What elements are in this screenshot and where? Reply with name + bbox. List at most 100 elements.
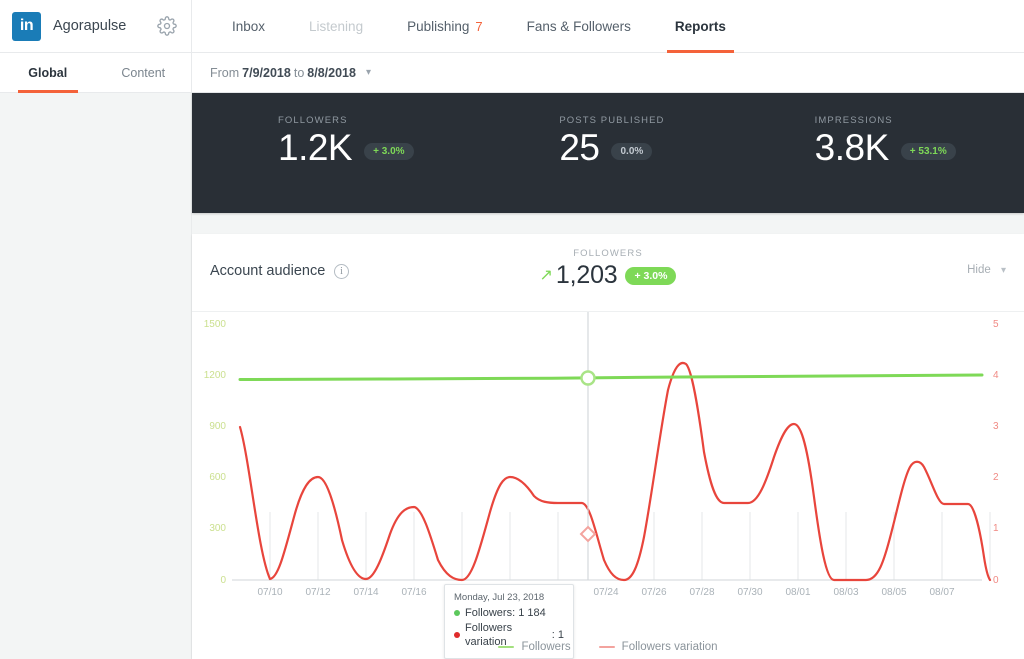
kpi-label: IMPRESSIONS (814, 115, 893, 126)
date-range-end: 8/8/2018 (307, 65, 356, 80)
svg-text:2: 2 (993, 472, 999, 483)
tooltip-value: 1 184 (518, 607, 546, 619)
series-followers (238, 373, 984, 381)
nav-item-publishing[interactable]: Publishing 7 (385, 0, 505, 53)
svg-text:1: 1 (993, 523, 999, 534)
kpi-label: FOLLOWERS (278, 115, 348, 126)
date-range-start: 7/9/2018 (242, 65, 291, 80)
nav-item-listening[interactable]: Listening (287, 0, 385, 53)
svg-text:08/03: 08/03 (833, 587, 858, 598)
svg-text:600: 600 (209, 472, 226, 483)
audience-chart-svg: 1500 1200 900 600 300 0 5 4 3 2 1 0 07/1… (204, 312, 999, 598)
linkedin-logo: in (12, 11, 41, 41)
left-rail (0, 93, 192, 659)
brand-block: in Agorapulse (0, 0, 192, 53)
chevron-down-icon: ▾ (1000, 265, 1006, 276)
kpi-value: 3.8K (814, 127, 890, 168)
legend-dot-green-icon (454, 610, 460, 617)
tab-label: Content (121, 65, 166, 80)
account-audience-header: Account audience i FOLLOWERS ↗ 1,203 + 3… (192, 234, 1024, 312)
nav-label: Publishing (407, 18, 470, 34)
tab-content[interactable]: Content (96, 53, 192, 92)
metric-value: 1,203 (555, 261, 618, 289)
kpi-followers: FOLLOWERS 1.2K + 3.0% (192, 115, 487, 213)
legend-line-red-icon (598, 646, 615, 648)
tooltip-date: Monday, Jul 23, 2018 (454, 592, 545, 603)
date-range-selector[interactable]: From 7/9/2018 to 8/8/2018 ▾ (192, 53, 371, 92)
gear-icon[interactable] (157, 16, 177, 36)
audience-metric: FOLLOWERS ↗ 1,203 + 3.0% (192, 248, 1024, 290)
hide-button[interactable]: Hide ▾ (967, 264, 1006, 276)
kpi-impressions: IMPRESSIONS 3.8K + 53.1% (769, 115, 1024, 213)
audience-chart[interactable]: 1500 1200 900 600 300 0 5 4 3 2 1 0 07/1… (192, 312, 1024, 659)
svg-text:07/24: 07/24 (593, 587, 618, 598)
cursor-marker-followers (580, 370, 596, 386)
legend-item-followers[interactable]: Followers (498, 641, 571, 653)
chevron-down-icon: ▾ (365, 67, 371, 78)
kpi-delta-badge: 0.0% (611, 142, 653, 160)
svg-text:5: 5 (993, 319, 999, 330)
svg-text:1500: 1500 (204, 319, 227, 330)
account-audience-card: Account audience i FOLLOWERS ↗ 1,203 + 3… (192, 234, 1024, 659)
date-range-prefix: From (210, 65, 240, 80)
legend-line-green-icon (498, 646, 515, 648)
tooltip-label: Followers (465, 607, 513, 619)
svg-text:07/12: 07/12 (305, 587, 330, 598)
svg-text:300: 300 (209, 523, 226, 534)
hide-label: Hide (967, 264, 991, 276)
kpi-delta-badge: + 3.0% (364, 142, 414, 160)
nav-item-inbox[interactable]: Inbox (210, 0, 287, 53)
svg-text:1200: 1200 (204, 370, 227, 381)
svg-text:07/26: 07/26 (641, 587, 666, 598)
nav-label: Inbox (232, 18, 266, 34)
kpi-posts-published: POSTS PUBLISHED 25 0.0% (487, 115, 768, 213)
brand-name: Agorapulse (53, 18, 127, 34)
svg-text:0: 0 (993, 575, 999, 586)
svg-text:07/30: 07/30 (737, 587, 762, 598)
sub-navigation-bar: Global Content From 7/9/2018 to 8/8/2018… (0, 53, 1024, 93)
kpi-label: POSTS PUBLISHED (559, 115, 665, 126)
date-range-middle: to (293, 65, 305, 80)
right-axis-ticks: 5 4 3 2 1 0 (993, 319, 999, 586)
metric-label: FOLLOWERS (573, 248, 643, 259)
legend-label: Followers variation (621, 641, 718, 653)
kpi-delta-badge: + 53.1% (900, 142, 956, 160)
svg-text:07/28: 07/28 (689, 587, 714, 598)
left-axis-ticks: 1500 1200 900 600 300 0 (204, 319, 227, 586)
svg-text:08/05: 08/05 (881, 587, 906, 598)
legend-item-followers-variation[interactable]: Followers variation (598, 641, 718, 653)
tab-label: Global (28, 65, 68, 80)
svg-text:07/14: 07/14 (353, 587, 378, 598)
top-navigation-bar: in Agorapulse Inbox Listening Publishing… (0, 0, 1024, 53)
report-scope-tabs: Global Content (0, 53, 192, 93)
tooltip-row-followers: Followers : 1 184 (454, 606, 564, 621)
kpi-summary-card: FOLLOWERS 1.2K + 3.0% POSTS PUBLISHED 25… (192, 93, 1024, 213)
nav-label: Listening (309, 18, 364, 34)
cursor-marker-variation (579, 525, 597, 543)
kpi-value: 25 (559, 127, 600, 168)
arrow-up-right-icon: ↗ (539, 266, 553, 284)
status-badge: + 3.0% (625, 266, 677, 285)
app-root: in Agorapulse Inbox Listening Publishing… (0, 0, 1024, 659)
series-followers-variation (238, 361, 992, 582)
svg-text:08/01: 08/01 (785, 587, 810, 598)
svg-text:0: 0 (220, 575, 226, 586)
tab-global[interactable]: Global (0, 53, 96, 93)
x-axis-ticks: 07/10 07/12 07/14 07/16 07/18 07/20 07/2… (257, 587, 954, 598)
nav-label: Reports (674, 18, 726, 34)
nav-item-reports[interactable]: Reports (653, 0, 748, 53)
kpi-value: 1.2K (278, 127, 353, 168)
chart-legend: Followers Followers variation (192, 641, 1024, 653)
svg-text:3: 3 (993, 421, 999, 432)
main-navigation: Inbox Listening Publishing 7 Fans & Foll… (210, 0, 748, 53)
nav-item-fans-followers[interactable]: Fans & Followers (505, 0, 653, 53)
report-content: FOLLOWERS 1.2K + 3.0% POSTS PUBLISHED 25… (192, 93, 1024, 659)
legend-dot-red-icon (454, 632, 460, 639)
svg-text:900: 900 (209, 421, 226, 432)
x-gridlines (269, 512, 991, 580)
svg-text:08/07: 08/07 (929, 587, 954, 598)
linkedin-logo-text: in (19, 17, 34, 34)
nav-label: Fans & Followers (526, 18, 631, 34)
svg-text:07/16: 07/16 (401, 587, 426, 598)
svg-text:4: 4 (993, 370, 999, 381)
